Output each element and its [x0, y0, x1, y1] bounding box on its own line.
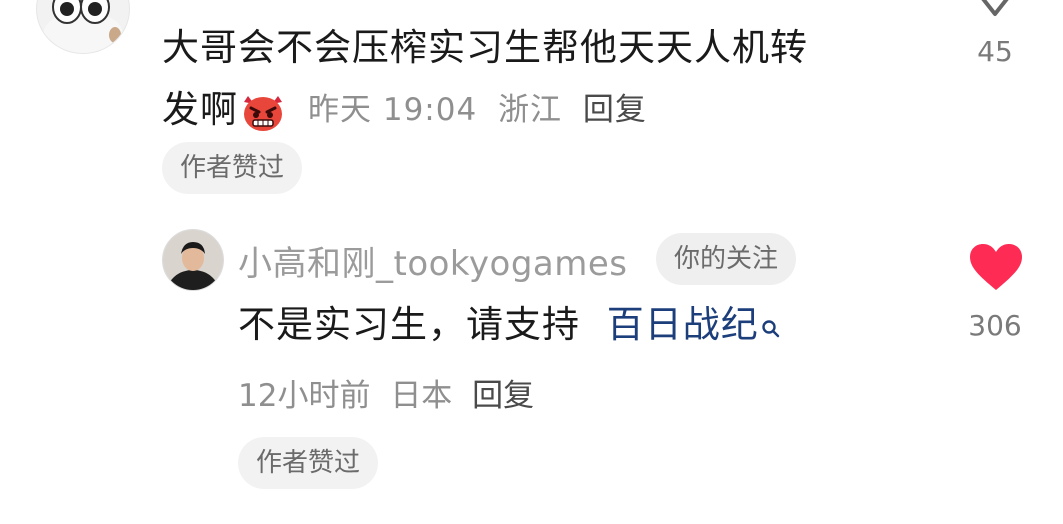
reply-button[interactable]: 回复 — [472, 378, 534, 414]
comment-text[interactable]: 大哥会不会压榨实习生帮他天天人机转 发啊 昨天 19:04 浙江 回复 — [162, 17, 922, 141]
reply-text[interactable]: 不是实习生，请支持 百日战纪 — [238, 294, 781, 358]
angry-devil-emoji-icon — [240, 88, 286, 132]
reply-text-plain: 不是实习生，请支持 — [238, 303, 580, 346]
reply-user-avatar[interactable] — [162, 229, 224, 291]
reply-location: 日本 — [390, 378, 453, 414]
heart-filled-icon — [970, 244, 1022, 290]
like-count: 306 — [968, 309, 1022, 342]
game-link[interactable]: 百日战纪 — [607, 303, 781, 346]
like-count: 45 — [977, 35, 1013, 68]
comment-line-1: 大哥会不会压榨实习生帮他天天人机转 — [162, 26, 808, 69]
search-icon — [761, 296, 781, 358]
author-liked-chip: 作者赞过 — [162, 142, 303, 194]
comment-time: 昨天 19:04 — [308, 92, 478, 128]
comment-thread: 45 大哥会不会压榨实习生帮他天天人机转 发啊 昨天 19:04 浙江 回复 作… — [0, 0, 1063, 524]
person-avatar-icon — [163, 230, 223, 290]
reply-username[interactable]: 小高和刚_tookyogames — [238, 236, 628, 285]
reply-time: 12小时前 — [238, 378, 371, 414]
commenter-avatar[interactable] — [36, 0, 130, 54]
comment-line-2: 发啊 昨天 19:04 浙江 回复 — [162, 79, 922, 141]
author-liked-chip: 作者赞过 — [238, 437, 379, 489]
cat-avatar-icon — [43, 0, 123, 53]
like-button-filled[interactable] — [968, 243, 1024, 293]
reply-meta: 12小时前 日本 回复 — [238, 370, 544, 415]
game-link-text: 百日战纪 — [606, 303, 759, 346]
reply-button[interactable]: 回复 — [583, 92, 647, 128]
like-button-outline[interactable] — [972, 0, 1018, 18]
heart-outline-icon — [981, 0, 1009, 16]
comment-meta: 昨天 19:04 浙江 回复 — [308, 79, 657, 141]
comment-location: 浙江 — [498, 92, 563, 128]
comment-line-2-text: 发啊 — [162, 88, 238, 131]
follow-status-badge: 你的关注 — [656, 233, 797, 285]
